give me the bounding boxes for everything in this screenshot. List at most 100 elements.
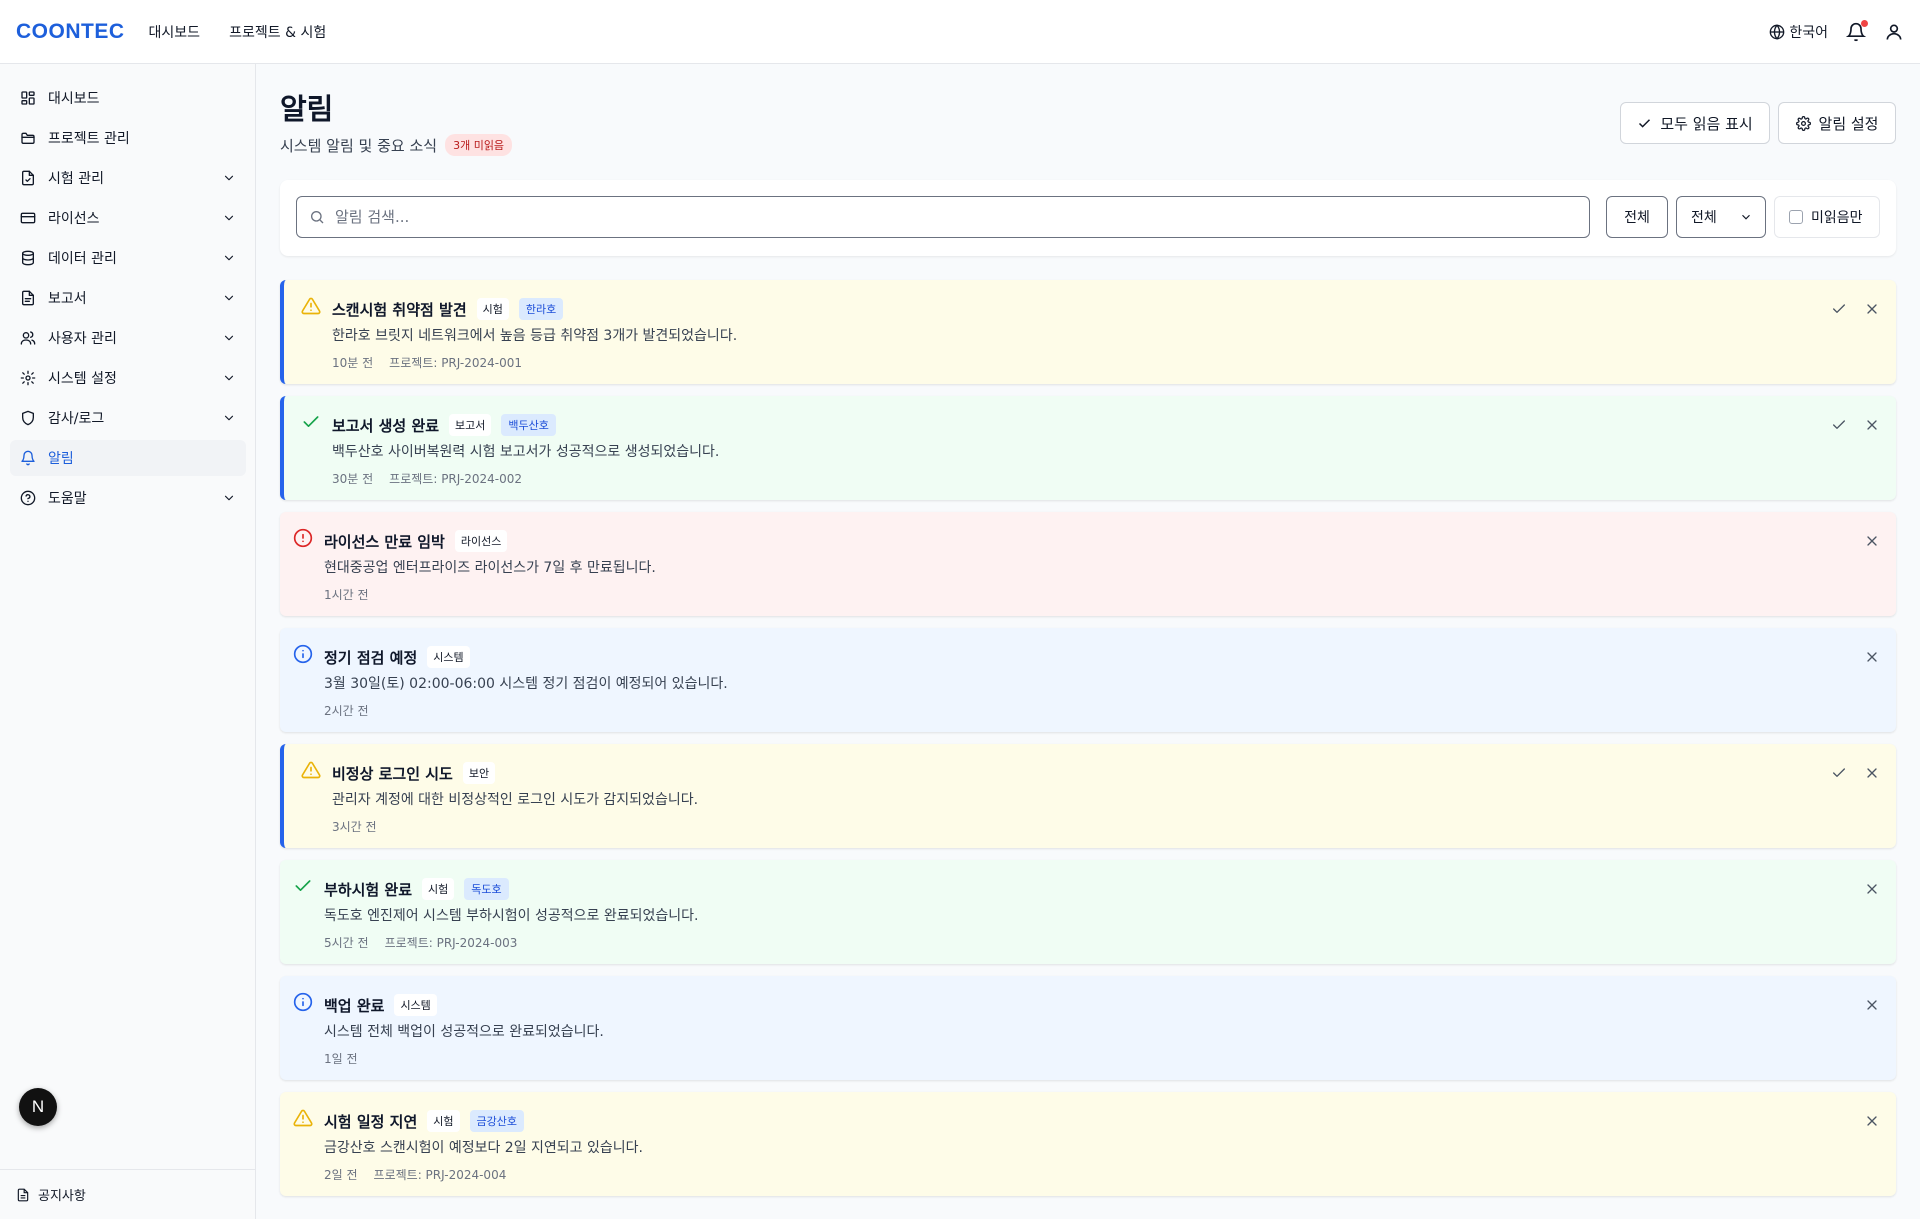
folder-icon xyxy=(20,130,36,146)
mark-read-check-icon[interactable] xyxy=(1831,417,1847,433)
category-tag: 시험 xyxy=(476,298,509,320)
sidebar-item[interactable]: 대시보드 xyxy=(10,80,246,116)
logo[interactable]: COONTEC xyxy=(16,20,125,44)
sidebar-item[interactable]: 사용자 관리 xyxy=(10,320,246,356)
chevron-down-icon xyxy=(222,211,236,225)
notification-body: 시험 일정 지연 시험 금강산호금강산호 스캔시험이 예정보다 2일 지연되고 있습… xyxy=(324,1109,643,1183)
chevron-down-icon xyxy=(222,251,236,265)
database-icon xyxy=(20,250,36,266)
notice-link[interactable]: 공지사항 xyxy=(0,1169,256,1219)
sidebar-item-label: 라이선스 xyxy=(48,211,100,227)
notification-title: 보고서 생성 완료 xyxy=(332,416,440,435)
notification-card[interactable]: 보고서 생성 완료 보고서 백두산호 백두산호 사이버복원력 시험 보고서가 성공적으… xyxy=(280,396,1896,500)
mark-all-read-button[interactable]: 모두 읽음 표시 xyxy=(1620,102,1770,144)
notification-card[interactable]: 백업 완료 시스템 시스템 전체 백업이 성공적으로 완료되었습니다. 1일 전 xyxy=(280,976,1896,1080)
test-file-icon xyxy=(20,170,36,186)
nav-projects-tests[interactable]: 프로젝트 & 시험 xyxy=(229,25,326,41)
notification-message: 금강산호 스캔시험이 예정보다 2일 지연되고 있습니다. xyxy=(324,1140,643,1156)
notification-title: 라이선스 만료 임박 xyxy=(324,532,445,551)
close-icon[interactable] xyxy=(1864,417,1880,433)
close-icon[interactable] xyxy=(1864,1113,1880,1129)
category-filter-label: 전체 xyxy=(1691,210,1717,226)
sidebar-item[interactable]: 도움말 xyxy=(10,480,246,516)
notification-time: 30분 전 xyxy=(332,472,374,486)
notification-time: 2시간 전 xyxy=(324,704,369,718)
notification-meta: 2일 전 프로젝트: PRJ-2024-004 xyxy=(324,1166,643,1183)
nav-dashboard[interactable]: 대시보드 xyxy=(149,25,201,41)
notification-title-row: 시험 일정 지연 시험 금강산호 xyxy=(324,1109,643,1133)
sidebar-item[interactable]: 시스템 설정 xyxy=(10,360,246,396)
unread-only-checkbox[interactable] xyxy=(1789,210,1803,224)
sidebar-item[interactable]: 프로젝트 관리 xyxy=(10,120,246,156)
notification-settings-button[interactable]: 알림 설정 xyxy=(1778,102,1896,144)
notification-body: 보고서 생성 완료 보고서 백두산호 백두산호 사이버복원력 시험 보고서가 성공적으… xyxy=(332,413,719,487)
notification-message: 백두산호 사이버복원력 시험 보고서가 성공적으로 생성되었습니다. xyxy=(332,444,720,460)
check-icon xyxy=(1637,116,1652,131)
notification-body: 부하시험 완료 시험 독도호 독도호 엔진제어 시스템 부하시험이 성공적으로 완료되… xyxy=(324,877,698,951)
category-filter-select[interactable]: 전체 xyxy=(1676,196,1766,238)
ship-tag: 한라호 xyxy=(518,298,564,320)
category-tag: 시스템 xyxy=(394,994,437,1016)
notification-card[interactable]: 정기 점검 예정 시스템 3월 30일(토) 02:00-06:00 시스템 정기 … xyxy=(280,628,1896,732)
sidebar-item-label: 도움말 xyxy=(48,491,87,507)
sidebar-item[interactable]: 시험 관리 xyxy=(10,160,246,196)
notification-card[interactable]: 라이선스 만료 임박 라이선스현대중공업 엔터프라이즈 라이선스가 7일 후 만료… xyxy=(280,512,1896,616)
sidebar-item[interactable]: 데이터 관리 xyxy=(10,240,246,276)
close-icon[interactable] xyxy=(1864,765,1880,781)
globe-icon xyxy=(1769,23,1785,40)
close-icon[interactable] xyxy=(1864,533,1880,549)
notification-body: 정기 점검 예정 시스템 3월 30일(토) 02:00-06:00 시스템 정기 … xyxy=(324,645,728,719)
dashboard-grid-icon xyxy=(20,90,36,106)
sidebar-item[interactable]: 감사/로그 xyxy=(10,400,246,436)
close-icon[interactable] xyxy=(1864,301,1880,317)
sidebar-item-label: 감사/로그 xyxy=(48,411,105,427)
sidebar-item-label: 시스템 설정 xyxy=(48,371,117,387)
notification-title: 백업 완료 xyxy=(324,996,385,1015)
check-icon xyxy=(301,412,321,432)
top-right-controls: 한국어 xyxy=(1769,19,1904,42)
page-subtitle-row: 시스템 알림 및 중요 소식 3개 미읽음 xyxy=(280,134,513,156)
language-selector[interactable]: 한국어 xyxy=(1769,22,1828,42)
type-filter-label: 전체 xyxy=(1624,210,1650,226)
notification-card[interactable]: 스캔시험 취약점 발견 시험 한라호 한라호 브릿지 네트워크에서 높음 등급 취약점… xyxy=(280,280,1896,384)
notification-bell-button[interactable] xyxy=(1846,19,1868,42)
sidebar-item[interactable]: 보고서 xyxy=(10,280,246,316)
mark-read-check-icon[interactable] xyxy=(1831,301,1847,317)
warning-triangle-icon xyxy=(301,296,321,316)
notification-title-row: 라이선스 만료 임박 라이선스 xyxy=(324,529,656,553)
users-icon xyxy=(20,330,36,346)
notification-body: 라이선스 만료 임박 라이선스현대중공업 엔터프라이즈 라이선스가 7일 후 만료… xyxy=(324,529,656,603)
notification-meta: 30분 전 프로젝트: PRJ-2024-002 xyxy=(332,470,719,487)
floating-n-badge[interactable]: N xyxy=(19,1088,57,1126)
close-icon[interactable] xyxy=(1864,997,1880,1013)
mark-read-check-icon[interactable] xyxy=(1831,765,1847,781)
user-icon[interactable] xyxy=(1884,22,1904,42)
unread-only-toggle[interactable]: 미읽음만 xyxy=(1774,196,1880,238)
notification-body: 비정상 로그인 시도 보안 관리자 계정에 대한 비정상적인 로그인 시도가 감지되… xyxy=(332,761,698,835)
search-icon xyxy=(309,209,325,225)
chevron-down-icon xyxy=(222,371,236,385)
sidebar-item-label: 알림 xyxy=(48,451,74,467)
sidebar-item-label: 사용자 관리 xyxy=(48,331,117,347)
notification-message: 관리자 계정에 대한 비정상적인 로그인 시도가 감지되었습니다. xyxy=(332,792,699,808)
sidebar-item[interactable]: 라이선스 xyxy=(10,200,246,236)
notification-card[interactable]: 비정상 로그인 시도 보안 관리자 계정에 대한 비정상적인 로그인 시도가 감지되… xyxy=(280,744,1896,848)
notification-time: 5시간 전 xyxy=(324,936,369,950)
sidebar: 대시보드프로젝트 관리시험 관리라이선스데이터 관리보고서사용자 관리시스템 설… xyxy=(0,64,256,1219)
notification-title: 부하시험 완료 xyxy=(324,880,413,899)
mark-all-read-label: 모두 읽음 표시 xyxy=(1660,114,1753,133)
ship-tag: 백두산호 xyxy=(501,414,556,436)
search-input[interactable] xyxy=(335,208,1589,226)
notification-card[interactable]: 시험 일정 지연 시험 금강산호금강산호 스캔시험이 예정보다 2일 지연되고 있습… xyxy=(280,1092,1896,1196)
notification-card[interactable]: 부하시험 완료 시험 독도호 독도호 엔진제어 시스템 부하시험이 성공적으로 완료되… xyxy=(280,860,1896,964)
chevron-down-icon xyxy=(222,331,236,345)
sidebar-item-label: 대시보드 xyxy=(48,91,100,107)
sidebar-item[interactable]: 알림 xyxy=(10,440,246,476)
warning-triangle-icon xyxy=(293,1108,313,1128)
chevron-down-icon xyxy=(1739,210,1753,224)
type-filter-button[interactable]: 전체 xyxy=(1606,196,1668,238)
credit-card-icon xyxy=(20,210,36,226)
close-icon[interactable] xyxy=(1864,649,1880,665)
close-icon[interactable] xyxy=(1864,881,1880,897)
notification-message: 현대중공업 엔터프라이즈 라이선스가 7일 후 만료됩니다. xyxy=(324,560,656,576)
